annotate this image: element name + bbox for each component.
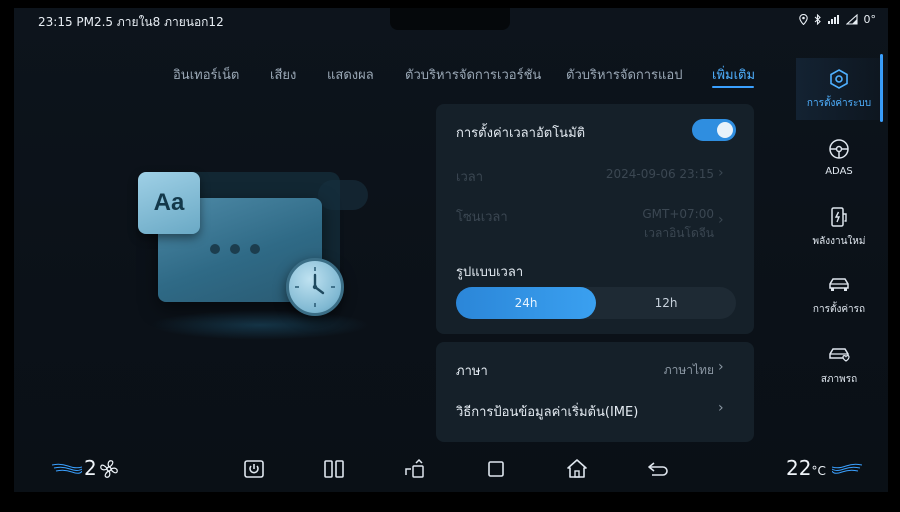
location-icon [798,14,808,25]
bluetooth-icon [814,14,821,25]
bezel-bottom [0,492,900,512]
tab-display[interactable]: แสดงผล [327,64,374,85]
hexagon-settings-icon [827,67,851,91]
auto-time-toggle[interactable] [692,119,736,141]
sidebar-item-label: สภาพรถ [820,374,858,385]
dot [230,244,240,254]
sidebar-item-label: การตั้งค่าระบบ [806,98,872,109]
sidebar-item-new-energy[interactable]: พลังงานใหม่ [796,196,882,258]
charging-station-icon [827,205,851,229]
dot [250,244,260,254]
font-badge: Aa [138,172,200,234]
sidebar-item-adas[interactable]: ADAS [796,126,882,188]
tab-app-manager[interactable]: ตัวบริหารจัดการแอป [566,64,682,85]
clock-icon [286,258,344,316]
chevron-right-icon[interactable]: › [718,400,724,416]
sidebar-item-vehicle-condition[interactable]: สภาพรถ [796,334,882,396]
sidebar-item-label: การตั้งค่ารถ [812,304,866,315]
language-settings-card [436,342,754,442]
split-screen-icon[interactable] [321,456,347,482]
sidebar-item-label: พลังงานใหม่ [812,236,866,247]
tab-sound[interactable]: เสียง [270,64,296,85]
left-airflow-icon [52,463,82,474]
time-format-segmented-control: 24h 12h [456,287,736,319]
camera-notch [390,8,510,30]
status-bar-right: 0° [798,13,877,26]
temperature-value: 22 [786,456,812,480]
language-value: ภาษาไทย [663,363,714,377]
sidebar-item-label: ADAS [825,166,853,177]
chevron-right-icon[interactable]: › [718,359,724,375]
sidebar: การตั้งค่าระบบ ADAS พลังงานใหม่ การตั้งค… [796,50,884,450]
network-icon [845,14,858,25]
home-icon[interactable] [564,456,590,482]
time-format-label: รูปแบบเวลา [456,265,524,280]
language-label[interactable]: ภาษา [456,360,488,381]
temperature-unit: °C [811,464,826,478]
ime-label[interactable]: วิธีการป้อนข้อมูลค่าเริ่มต้น(IME) [456,401,638,422]
dot [210,244,220,254]
time-label: เวลา [456,170,484,185]
tab-version-manager[interactable]: ตัวบริหารจัดการเวอร์ชัน [405,64,541,85]
status-bar-left: 23:15 PM2.5 ภายใน8 ภายนอก12 [38,15,224,29]
bottom-bar: 2 22°C [0,448,900,492]
time-value: 2024-09-06 23:15 [605,167,714,181]
back-icon[interactable] [645,456,671,482]
bezel-left [0,0,14,512]
signal-icon [827,15,839,24]
recents-icon[interactable] [483,456,509,482]
illustration-glow [150,310,370,340]
timezone-offset: GMT+07:00 [642,207,714,221]
sidebar-item-system-settings[interactable]: การตั้งค่าระบบ [796,58,882,120]
tab-more[interactable]: เพิ่มเติม [712,64,755,85]
fan-level[interactable]: 2 [84,456,97,480]
temperature-readout: 0° [863,13,877,26]
bezel-right [888,0,900,512]
right-airflow-icon [832,463,862,474]
fan-icon[interactable] [96,456,122,482]
car-health-icon [827,343,851,367]
timezone-label: โซนเวลา [456,210,508,225]
tab-internet[interactable]: อินเทอร์เน็ต [173,64,239,85]
screen: 23:15 PM2.5 ภายใน8 ภายนอก12 0° อินเทอร์เ… [0,0,900,512]
steering-wheel-icon [827,137,851,161]
sidebar-item-vehicle-settings[interactable]: การตั้งค่ารถ [796,264,882,326]
bezel-top [0,0,900,8]
time-illustration: Aa [110,150,390,340]
format-24h-option[interactable]: 24h [456,287,596,319]
chevron-right-icon: › [718,212,724,228]
cabin-temperature[interactable]: 22°C [786,456,826,480]
car-icon [827,273,851,297]
timezone-name: เวลาอินโดจีน [644,226,714,240]
toggle-knob [717,122,733,138]
app-drawer-icon[interactable] [402,456,428,482]
active-tab-underline [712,86,754,88]
auto-time-label: การตั้งค่าเวลาอัตโนมัติ [456,126,586,141]
power-icon[interactable] [241,456,267,482]
format-12h-option[interactable]: 12h [596,287,736,319]
chevron-right-icon: › [718,165,724,181]
